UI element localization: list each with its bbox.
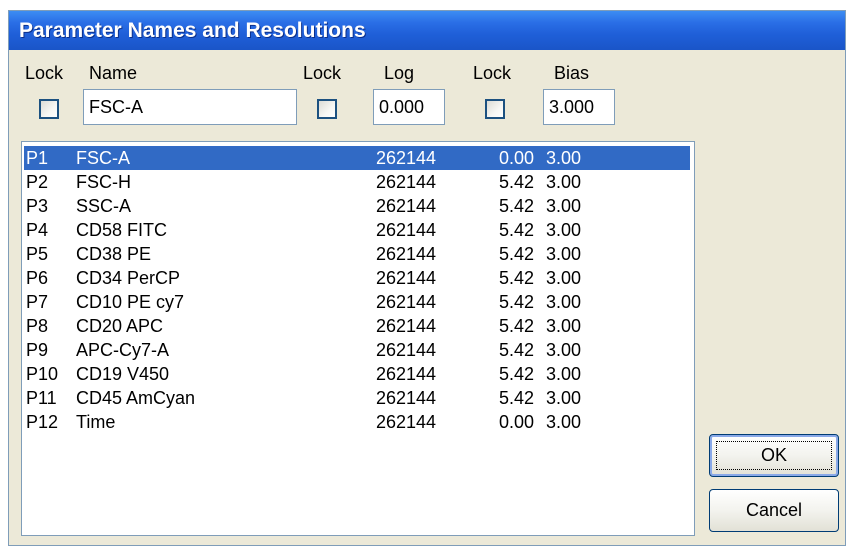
parameter-name: FSC-H — [76, 172, 131, 192]
parameter-resolution: 262144 — [376, 388, 437, 408]
parameter-id: P7 — [26, 292, 49, 312]
parameter-id: P9 — [26, 340, 49, 360]
parameter-name: FSC-A — [76, 148, 130, 168]
parameter-bias: 3.00 — [546, 340, 582, 360]
name-lock-checkbox[interactable] — [39, 99, 59, 119]
parameter-bias: 3.00 — [546, 388, 582, 408]
parameter-log: 5.42 — [498, 316, 534, 336]
log-lock-label: Lock — [303, 63, 342, 83]
parameter-name: APC-Cy7-A — [76, 340, 170, 360]
name-lock-label: Lock — [25, 63, 64, 83]
bias-lock-label: Lock — [473, 63, 512, 83]
parameter-resolution: 262144 — [376, 412, 437, 432]
parameter-name: CD34 PerCP — [76, 268, 181, 288]
parameter-resolution: 262144 — [376, 364, 437, 384]
parameter-id: P6 — [26, 268, 49, 288]
log-label: Log — [384, 63, 415, 83]
parameter-row[interactable]: P4 CD58 FITC 262144 5.42 3.00 — [24, 218, 690, 242]
parameter-bias: 3.00 — [546, 268, 582, 288]
parameter-name: CD10 PE cy7 — [76, 292, 185, 312]
parameter-dialog: Parameter Names and Resolutions Lock Nam… — [8, 10, 846, 546]
parameter-row[interactable]: P2 FSC-H 262144 5.42 3.00 — [24, 170, 690, 194]
parameter-name: CD38 PE — [76, 244, 152, 264]
bias-lock-checkbox[interactable] — [485, 99, 505, 119]
parameter-bias: 3.00 — [546, 244, 582, 264]
parameter-resolution: 262144 — [376, 148, 437, 168]
parameter-id: P12 — [26, 412, 59, 432]
parameter-row[interactable]: P5 CD38 PE 262144 5.42 3.00 — [24, 242, 690, 266]
name-label: Name — [89, 63, 138, 83]
parameter-resolution: 262144 — [376, 268, 437, 288]
parameter-id: P2 — [26, 172, 49, 192]
log-field[interactable] — [373, 89, 445, 125]
parameter-log: 5.42 — [498, 220, 534, 240]
parameter-resolution: 262144 — [376, 292, 437, 312]
parameter-row[interactable]: P11 CD45 AmCyan 262144 5.42 3.00 — [24, 386, 690, 410]
parameter-log: 5.42 — [498, 172, 534, 192]
parameter-log: 5.42 — [498, 388, 534, 408]
parameter-row[interactable]: P1 FSC-A 262144 0.00 3.00 — [24, 146, 690, 170]
parameter-bias: 3.00 — [546, 220, 582, 240]
parameter-row[interactable]: P3 SSC-A 262144 5.42 3.00 — [24, 194, 690, 218]
parameter-row[interactable]: P8 CD20 APC 262144 5.42 3.00 — [24, 314, 690, 338]
parameter-id: P5 — [26, 244, 49, 264]
parameter-bias: 3.00 — [546, 412, 582, 432]
parameter-list[interactable]: P1 FSC-A 262144 0.00 3.00 P2 FSC-H 262144 5.42 3.… — [21, 141, 695, 536]
cancel-button-label: Cancel — [745, 500, 803, 520]
parameter-id: P8 — [26, 316, 49, 336]
cancel-button[interactable]: Cancel — [709, 489, 839, 532]
parameter-row[interactable]: P12 Time 262144 0.00 3.00 — [24, 410, 690, 434]
parameter-id: P3 — [26, 196, 49, 216]
bias-field[interactable] — [543, 89, 615, 125]
parameter-bias: 3.00 — [546, 196, 582, 216]
bias-label: Bias — [554, 63, 590, 83]
parameter-log: 5.42 — [498, 292, 534, 312]
parameter-bias: 3.00 — [546, 172, 582, 192]
parameter-log: 5.42 — [498, 364, 534, 384]
parameter-row[interactable]: P9 APC-Cy7-A 262144 5.42 3.00 — [24, 338, 690, 362]
parameter-name: CD19 V450 — [76, 364, 170, 384]
parameter-name: Time — [76, 412, 116, 432]
parameter-resolution: 262144 — [376, 172, 437, 192]
parameter-id: P1 — [26, 148, 49, 168]
parameter-log: 5.42 — [498, 196, 534, 216]
parameter-resolution: 262144 — [376, 220, 437, 240]
log-lock-checkbox[interactable] — [317, 99, 337, 119]
parameter-row[interactable]: P10 CD19 V450 262144 5.42 3.00 — [24, 362, 690, 386]
dialog-title: Parameter Names and Resolutions — [9, 11, 845, 50]
parameter-resolution: 262144 — [376, 244, 437, 264]
parameter-log: 0.00 — [498, 412, 534, 432]
parameter-name: CD20 APC — [76, 316, 164, 336]
parameter-log: 5.42 — [498, 340, 534, 360]
parameter-resolution: 262144 — [376, 196, 437, 216]
parameter-id: P10 — [26, 364, 59, 384]
parameter-bias: 3.00 — [546, 316, 582, 336]
parameter-log: 5.42 — [498, 268, 534, 288]
parameter-resolution: 262144 — [376, 316, 437, 336]
parameter-bias: 3.00 — [546, 364, 582, 384]
parameter-bias: 3.00 — [546, 292, 582, 312]
parameter-log: 0.00 — [498, 148, 534, 168]
focus-rect — [716, 441, 832, 470]
parameter-id: P4 — [26, 220, 49, 240]
parameter-log: 5.42 — [498, 244, 534, 264]
ok-button[interactable]: OK — [709, 434, 839, 477]
parameter-resolution: 262144 — [376, 340, 437, 360]
parameter-name: CD58 FITC — [76, 220, 168, 240]
name-field[interactable] — [83, 89, 297, 125]
parameter-row[interactable]: P6 CD34 PerCP 262144 5.42 3.00 — [24, 266, 690, 290]
parameter-bias: 3.00 — [546, 148, 582, 168]
parameter-id: P11 — [26, 388, 57, 408]
parameter-name: CD45 AmCyan — [76, 388, 196, 408]
parameter-name: SSC-A — [76, 196, 132, 216]
parameter-row[interactable]: P7 CD10 PE cy7 262144 5.42 3.00 — [24, 290, 690, 314]
